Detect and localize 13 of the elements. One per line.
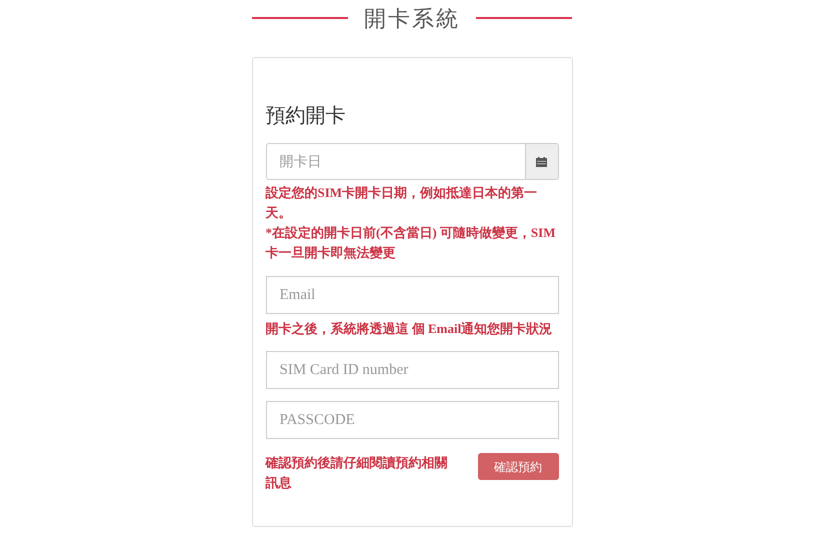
sim-card-id-field[interactable]: SIM Card ID number [266,351,558,389]
date-field[interactable]: 開卡日 [266,143,526,180]
email-note: 開卡之後，系統將透過這 個 Email通知您開卡狀況 [266,320,554,338]
footer-note: 確認預約後請仔細閱讀預約相關訊息 [266,454,448,492]
date-note: 設定您的SIM卡開卡日期，例如抵達日本的第一天。 [266,184,538,222]
form-heading: 預約開卡 [266,104,346,129]
page-title: 開卡系統 [364,4,460,32]
passcode-field[interactable]: PASSCODE [266,401,558,439]
confirm-button[interactable]: 確認預約 [478,453,558,480]
calendar-button[interactable] [526,143,558,180]
email-field[interactable]: Email [266,276,558,314]
calendar-icon [536,156,547,166]
date-note: *在設定的開卡日前(不含當日) 可隨時做變更，SIM卡一旦開卡即無法變更 [266,224,556,262]
